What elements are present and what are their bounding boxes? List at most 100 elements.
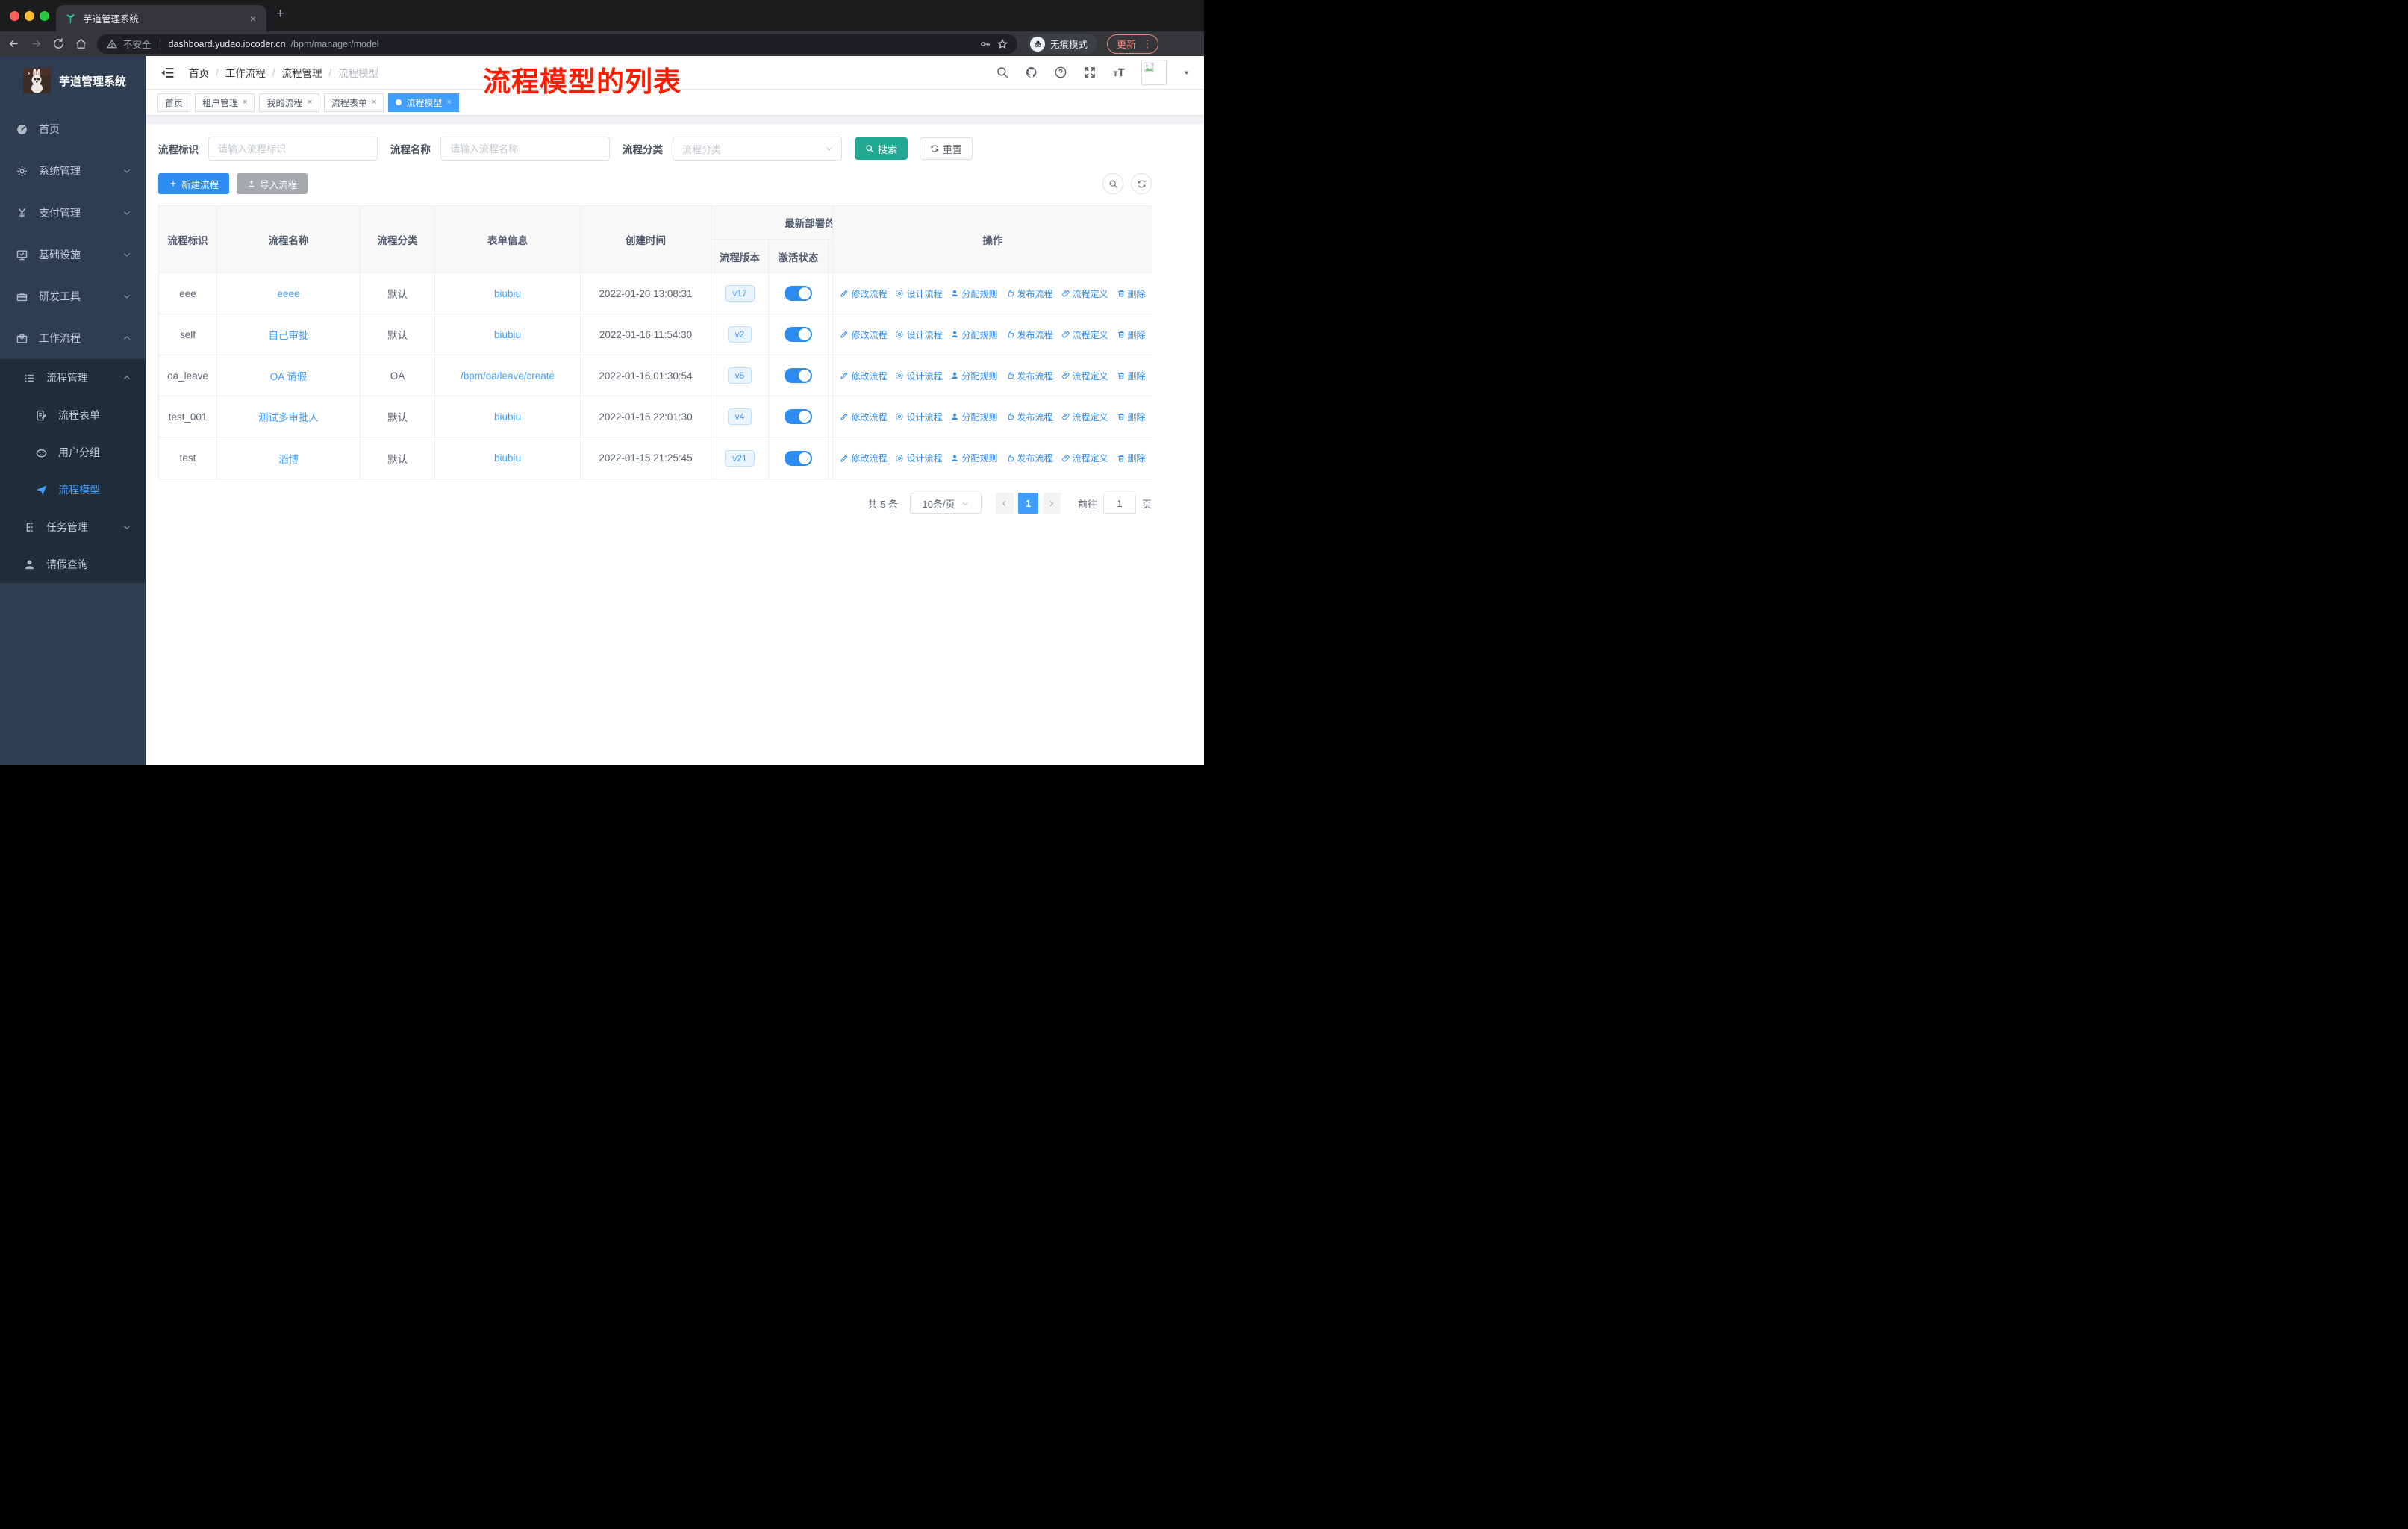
browser-tab[interactable]: 芋道管理系统 ×	[56, 5, 266, 31]
action-design[interactable]: 设计流程	[895, 411, 942, 423]
process-name-link[interactable]: OA 请假	[270, 368, 308, 383]
next-page-button[interactable]	[1042, 493, 1061, 514]
process-name-link[interactable]: 滔博	[278, 451, 299, 466]
action-edit[interactable]: 修改流程	[840, 452, 887, 464]
back-icon[interactable]	[7, 37, 20, 50]
tab-close-icon[interactable]: ×	[249, 13, 258, 25]
traffic-light-zoom-icon[interactable]	[40, 11, 49, 21]
action-publish[interactable]: 发布流程	[1006, 328, 1053, 341]
action-publish[interactable]: 发布流程	[1006, 452, 1053, 464]
tag-view-2[interactable]: 我的流程 ×	[259, 93, 319, 112]
action-assign[interactable]: 分配规则	[950, 452, 998, 464]
caret-down-icon[interactable]	[1182, 69, 1191, 77]
goto-page-input[interactable]	[1102, 493, 1136, 514]
fullscreen-icon[interactable]	[1083, 66, 1097, 79]
toggle-search-icon[interactable]	[1102, 173, 1123, 194]
action-publish[interactable]: 发布流程	[1006, 411, 1053, 423]
action-design[interactable]: 设计流程	[895, 370, 942, 382]
github-icon[interactable]	[1025, 66, 1038, 79]
create-process-button[interactable]: 新建流程	[158, 173, 230, 194]
tag-view-0[interactable]: 首页	[157, 93, 191, 112]
form-info-link[interactable]: /bpm/oa/leave/create	[461, 370, 555, 382]
page-1-button[interactable]: 1	[1017, 493, 1038, 514]
collapse-menu-icon[interactable]	[160, 66, 175, 80]
form-info-link[interactable]: biubiu	[494, 452, 521, 464]
active-toggle[interactable]	[785, 409, 812, 424]
sidebar-item-5[interactable]: 工作流程	[0, 317, 146, 359]
bookmark-star-icon[interactable]	[996, 38, 1008, 50]
new-tab-icon[interactable]: +	[276, 6, 284, 22]
action-edit[interactable]: 修改流程	[840, 328, 887, 341]
prev-page-button[interactable]	[995, 493, 1014, 514]
process-id-input[interactable]	[208, 137, 378, 161]
form-info-link[interactable]: biubiu	[494, 329, 521, 340]
action-delete[interactable]: 删除	[1117, 452, 1146, 464]
breadcrumb-workflow[interactable]: 工作流程	[225, 65, 266, 80]
import-process-button[interactable]: 导入流程	[237, 173, 308, 194]
action-definition[interactable]: 流程定义	[1061, 411, 1108, 423]
action-edit[interactable]: 修改流程	[840, 411, 887, 423]
action-definition[interactable]: 流程定义	[1061, 452, 1108, 464]
active-toggle[interactable]	[785, 286, 812, 301]
sidebar-item-7[interactable]: 流程表单	[0, 396, 146, 434]
page-size-select[interactable]: 10条/页	[909, 493, 982, 514]
action-delete[interactable]: 删除	[1117, 287, 1146, 300]
action-delete[interactable]: 删除	[1117, 370, 1146, 382]
sidebar-item-4[interactable]: 研发工具	[0, 275, 146, 317]
tag-view-1[interactable]: 租户管理 ×	[195, 93, 255, 112]
sidebar-item-0[interactable]: 首页	[0, 108, 146, 150]
search-icon[interactable]	[996, 66, 1009, 79]
tag-close-icon[interactable]: ×	[243, 98, 247, 107]
action-publish[interactable]: 发布流程	[1006, 370, 1053, 382]
action-assign[interactable]: 分配规则	[950, 287, 998, 300]
action-delete[interactable]: 删除	[1117, 328, 1146, 341]
process-name-link[interactable]: eeee	[277, 288, 299, 299]
sidebar-item-11[interactable]: 请假查询	[0, 546, 146, 583]
reload-icon[interactable]	[52, 37, 65, 50]
process-name-link[interactable]: 自己审批	[269, 327, 309, 342]
action-edit[interactable]: 修改流程	[840, 287, 887, 300]
action-design[interactable]: 设计流程	[895, 287, 942, 300]
refresh-icon[interactable]	[1131, 173, 1152, 194]
tag-view-4[interactable]: 流程模型 ×	[388, 93, 459, 112]
traffic-light-close-icon[interactable]	[10, 11, 19, 21]
action-design[interactable]: 设计流程	[895, 328, 942, 341]
form-info-link[interactable]: biubiu	[494, 288, 521, 299]
update-button[interactable]: 更新 ⋮	[1107, 34, 1159, 54]
sidebar-logo-row[interactable]: 芋道管理系统	[0, 56, 146, 98]
active-toggle[interactable]	[785, 368, 812, 383]
action-delete[interactable]: 删除	[1117, 411, 1146, 423]
sidebar-item-3[interactable]: 基础设施	[0, 234, 146, 275]
process-name-input[interactable]	[440, 137, 610, 161]
action-design[interactable]: 设计流程	[895, 452, 942, 464]
action-definition[interactable]: 流程定义	[1061, 287, 1108, 300]
action-definition[interactable]: 流程定义	[1061, 370, 1108, 382]
action-definition[interactable]: 流程定义	[1061, 328, 1108, 341]
search-button[interactable]: 搜索	[855, 137, 908, 160]
action-publish[interactable]: 发布流程	[1006, 287, 1053, 300]
tag-close-icon[interactable]: ×	[372, 98, 376, 107]
sidebar-item-2[interactable]: 支付管理	[0, 192, 146, 234]
process-name-link[interactable]: 测试多审批人	[258, 409, 319, 424]
tag-close-icon[interactable]: ×	[446, 98, 451, 107]
tag-close-icon[interactable]: ×	[307, 98, 311, 107]
breadcrumb-process-mgmt[interactable]: 流程管理	[282, 65, 322, 80]
action-assign[interactable]: 分配规则	[950, 370, 998, 382]
forward-icon[interactable]	[30, 37, 43, 50]
url-bar[interactable]: 不安全 dashboard.yudao.iocoder.cn /bpm/mana…	[97, 34, 1017, 54]
browser-menu-icon[interactable]: ⋮	[1142, 37, 1152, 50]
traffic-light-minimize-icon[interactable]	[25, 11, 34, 21]
help-icon[interactable]	[1054, 66, 1067, 79]
category-select[interactable]: 流程分类	[673, 137, 842, 161]
action-edit[interactable]: 修改流程	[840, 370, 887, 382]
sidebar-item-6[interactable]: 流程管理	[0, 359, 146, 396]
action-assign[interactable]: 分配规则	[950, 411, 998, 423]
sidebar-item-10[interactable]: 任务管理	[0, 508, 146, 546]
user-avatar[interactable]	[1141, 60, 1167, 85]
active-toggle[interactable]	[785, 327, 812, 342]
form-info-link[interactable]: biubiu	[494, 411, 521, 423]
font-size-icon[interactable]	[1112, 66, 1126, 79]
reset-button[interactable]: 重置	[920, 137, 973, 160]
breadcrumb-home[interactable]: 首页	[189, 65, 209, 80]
sidebar-item-9[interactable]: 流程模型	[0, 471, 146, 508]
